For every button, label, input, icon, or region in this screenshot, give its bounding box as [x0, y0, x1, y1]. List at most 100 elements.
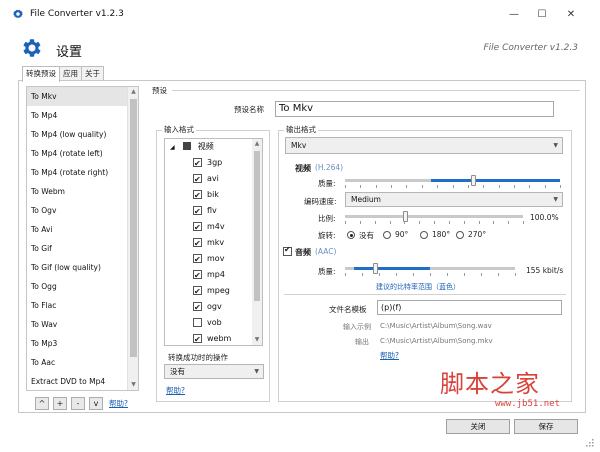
move-down-button[interactable]: v: [89, 397, 103, 410]
output-help-link[interactable]: 帮助?: [380, 350, 399, 361]
preset-list-item[interactable]: To Aac: [27, 353, 128, 372]
format-checkbox[interactable]: ✔: [193, 302, 202, 312]
preset-list-item[interactable]: To Ogv: [27, 201, 128, 220]
preset-list-item[interactable]: Extract DVD to Mp4: [27, 372, 128, 390]
encoding-speed-label: 编码速度:: [304, 197, 337, 206]
preset-name-input[interactable]: To Mkv: [275, 101, 554, 117]
preset-list-item[interactable]: To Ogg: [27, 277, 128, 296]
filename-template-input[interactable]: (p)(f): [377, 300, 562, 315]
tab-about[interactable]: 关于: [81, 66, 104, 81]
format-item[interactable]: ✔ mov: [193, 251, 224, 267]
preset-list-item[interactable]: To Webm: [27, 182, 128, 201]
format-checkbox[interactable]: ✔: [193, 174, 202, 184]
slider-tick: [483, 185, 485, 188]
input-help-link[interactable]: 帮助?: [166, 385, 185, 396]
format-item[interactable]: ✔ webm: [193, 331, 231, 345]
slider-tick: [391, 185, 393, 188]
format-checkbox[interactable]: ✔: [193, 334, 202, 344]
move-up-button[interactable]: ^: [35, 397, 49, 410]
format-item[interactable]: ✔ m4v: [193, 219, 225, 235]
preset-list-scrollbar[interactable]: ▲ ▼: [127, 87, 138, 390]
video-quality-slider[interactable]: [345, 173, 561, 189]
tree-root-video[interactable]: ◢ 视频: [170, 139, 214, 155]
format-checkbox[interactable]: ✔: [193, 190, 202, 200]
preset-group-label: 预设: [152, 86, 167, 95]
scroll-up-arrow-icon[interactable]: ▲: [128, 87, 138, 97]
after-action-dropdown[interactable]: 没有 ▼: [164, 364, 264, 379]
preset-list-item[interactable]: To Mp3: [27, 334, 128, 353]
slider-thumb[interactable]: [471, 175, 476, 186]
slider-thumb[interactable]: [372, 263, 378, 274]
preset-list-item[interactable]: To Flac: [27, 296, 128, 315]
add-preset-button[interactable]: +: [53, 397, 67, 410]
preset-list-item[interactable]: To Gif (low quality): [27, 258, 128, 277]
settings-gear-icon: [23, 39, 41, 57]
format-item[interactable]: ✔ flv: [193, 203, 217, 219]
tree-expander-icon[interactable]: ◢: [170, 144, 175, 151]
format-checkbox[interactable]: ✔: [193, 270, 202, 280]
output-example-label: 输出: [355, 338, 369, 346]
format-item[interactable]: ✔ 3gp: [193, 155, 222, 171]
audio-section-label: 音频: [295, 248, 311, 257]
save-button[interactable]: 保存: [514, 419, 578, 434]
format-item[interactable]: ✔ ogv: [193, 299, 222, 315]
tree-scroll-up-icon[interactable]: ▲: [252, 139, 262, 149]
preset-list[interactable]: To Mkv To Mp4 To Mp4 (low quality) To Mp4 (…: [26, 86, 139, 391]
format-item[interactable]: ✔ avi: [193, 171, 219, 187]
slider-thumb[interactable]: [402, 211, 408, 222]
input-format-tree[interactable]: ◢ 视频 ✔ 3gp ✔ avi ✔ bik ✔ flv ✔ m4v ✔ mkv ✔ mov ✔ mp4 ✔ mp…: [164, 138, 263, 346]
output-format-label: 输出格式: [284, 124, 318, 135]
tree-scrollbar[interactable]: ▲ ▼: [252, 139, 262, 345]
encoding-speed-dropdown[interactable]: Medium ▼: [345, 192, 563, 207]
format-item[interactable]: ✔ mpeg: [193, 283, 230, 299]
tree-scroll-thumb[interactable]: [254, 151, 260, 301]
preset-list-item[interactable]: To Mp4 (low quality): [27, 125, 128, 144]
preset-list-item[interactable]: To Mp4 (rotate left): [27, 144, 128, 163]
tab-application[interactable]: 应用: [59, 66, 82, 81]
preset-list-item[interactable]: To Mkv: [27, 87, 128, 106]
preset-list-item[interactable]: To Mp4: [27, 106, 128, 125]
format-checkbox[interactable]: ✔: [193, 286, 202, 296]
rotation-radio[interactable]: [383, 231, 391, 239]
tree-scroll-down-icon[interactable]: ▼: [252, 335, 262, 345]
scroll-down-arrow-icon[interactable]: ▼: [128, 380, 138, 390]
preset-list-item[interactable]: To Mp4 (rotate right): [27, 163, 128, 182]
input-example-label: 输入示例: [343, 323, 371, 331]
rotation-radio[interactable]: [347, 231, 355, 239]
format-checkbox[interactable]: ✔: [193, 222, 202, 232]
close-button[interactable]: 关闭: [446, 419, 510, 434]
format-item[interactable]: ✔ bik: [193, 187, 219, 203]
preset-list-item[interactable]: To Gif: [27, 239, 128, 258]
tree-root-checkbox[interactable]: [183, 142, 192, 150]
resize-grip-icon[interactable]: [586, 439, 594, 447]
preset-list-item[interactable]: To Avi: [27, 220, 128, 239]
format-checkbox[interactable]: ✔: [193, 254, 202, 264]
format-checkbox[interactable]: ✔: [193, 238, 202, 248]
preset-list-scroll-thumb[interactable]: [130, 99, 137, 357]
slider-tick: [406, 185, 408, 188]
output-format-dropdown[interactable]: Mkv ▼: [285, 137, 563, 154]
remove-preset-button[interactable]: -: [71, 397, 85, 410]
preset-list-item[interactable]: To Wav: [27, 315, 128, 334]
slider-tick: [448, 221, 450, 224]
audio-quality-slider[interactable]: [345, 261, 516, 277]
preset-help-link[interactable]: 帮助?: [109, 398, 128, 409]
format-checkbox[interactable]: ✔: [193, 206, 202, 216]
format-item[interactable]: vob: [193, 315, 222, 331]
maximize-button[interactable]: ☐: [533, 7, 551, 23]
format-label: bik: [207, 190, 219, 199]
slider-track[interactable]: [345, 215, 523, 218]
rotation-radio[interactable]: [420, 231, 428, 239]
close-window-button[interactable]: ✕: [562, 7, 580, 23]
audio-quality-value: 155 kbit/s: [526, 266, 564, 275]
format-item[interactable]: ✔ mp4: [193, 267, 225, 283]
minimize-button[interactable]: —: [505, 7, 523, 23]
tab-presets[interactable]: 转换预设: [22, 66, 60, 82]
scale-slider[interactable]: [345, 209, 524, 225]
video-section-label: 视频: [295, 164, 311, 173]
format-checkbox[interactable]: ✔: [193, 158, 202, 168]
rotation-radio[interactable]: [456, 231, 464, 239]
format-item[interactable]: ✔ mkv: [193, 235, 224, 251]
audio-enable-checkbox[interactable]: ✔: [283, 245, 292, 256]
format-checkbox[interactable]: [193, 318, 202, 327]
